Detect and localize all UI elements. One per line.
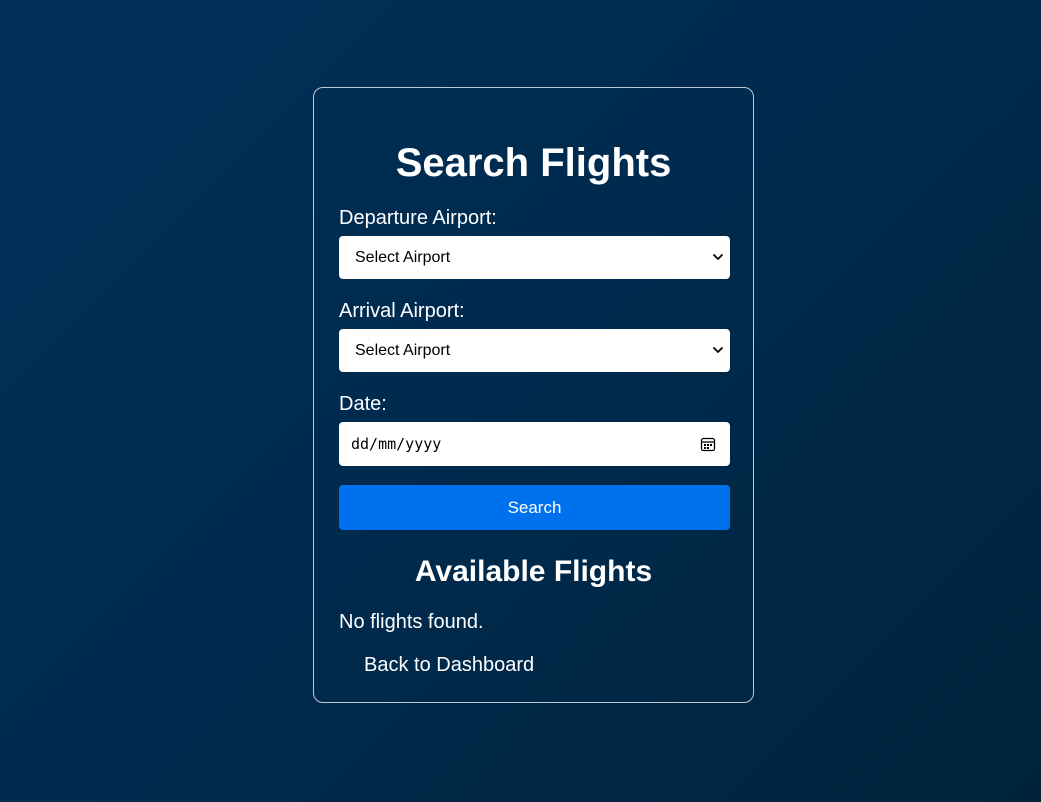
no-flights-message: No flights found. <box>339 611 484 633</box>
departure-airport-label: Departure Airport: <box>339 207 497 229</box>
chevron-down-icon <box>713 254 723 260</box>
arrival-airport-select[interactable]: Select Airport <box>339 329 730 372</box>
search-button[interactable]: Search <box>339 485 730 530</box>
available-flights-heading: Available Flights <box>414 555 653 588</box>
page-title: Search Flights <box>395 141 672 185</box>
back-to-dashboard-link[interactable]: Back to Dashboard <box>364 653 728 677</box>
departure-airport-select[interactable]: Select Airport <box>339 236 730 279</box>
date-placeholder: dd/mm/yyyy <box>351 435 442 453</box>
arrival-airport-value: Select Airport <box>355 342 451 359</box>
chevron-down-icon <box>713 347 723 353</box>
departure-airport-value: Select Airport <box>355 249 451 266</box>
date-label: Date: <box>339 393 387 415</box>
date-input[interactable]: dd/mm/yyyy <box>339 422 730 466</box>
calendar-icon[interactable] <box>700 436 716 452</box>
arrival-airport-label: Arrival Airport: <box>339 300 465 322</box>
search-flights-card: Search Flights Departure Airport: Select… <box>313 87 754 703</box>
